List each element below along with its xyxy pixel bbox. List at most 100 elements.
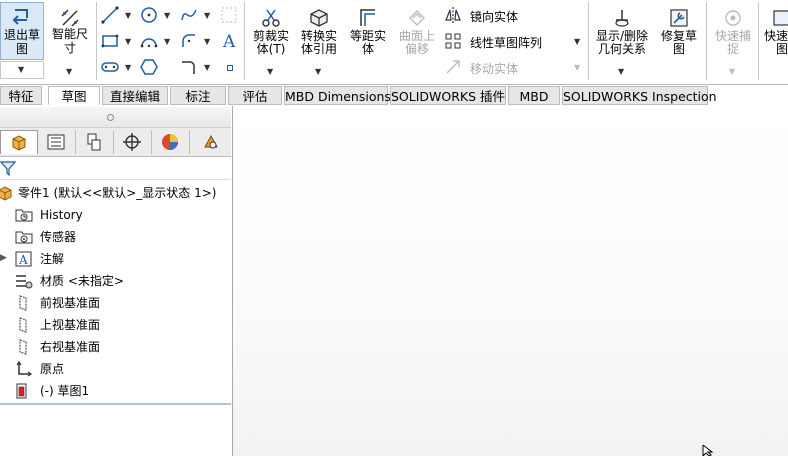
- repair-sketch-icon: [670, 9, 688, 27]
- centerline-tool-dropdown[interactable]: ▼: [204, 63, 210, 72]
- command-manager-ribbon: 退出草 图 ▼ 智能尺 寸 ▼ ▼ ▼ ▼ ▼ ▼ ▼ A ▼ ▼ 剪裁实 体(…: [0, 0, 788, 84]
- move-entities-button[interactable]: 移动实体 ▼: [444, 57, 584, 77]
- tree-item-label: 上视基准面: [40, 318, 101, 332]
- smart-dimension-button[interactable]: 智能尺 寸 ▼: [46, 2, 94, 78]
- panel-grip[interactable]: [0, 107, 231, 128]
- line-tool-dropdown[interactable]: ▼: [125, 11, 131, 20]
- trim-label-2: 体(T): [256, 42, 286, 56]
- tree-item-label: 右视基准面: [40, 340, 101, 354]
- text-tool-icon[interactable]: A: [220, 31, 238, 49]
- chevron-down-icon: ▼: [66, 67, 73, 76]
- tree-item-label: 传感器: [40, 230, 77, 244]
- chevron-down-icon: ▼: [574, 63, 581, 72]
- exit-sketch-icon: [12, 9, 28, 25]
- tree-item-label: History: [40, 208, 83, 222]
- graphics-area[interactable]: [233, 106, 788, 456]
- mirror-label: 镜向实体: [470, 10, 519, 24]
- tab-feature-manager[interactable]: [0, 130, 38, 154]
- arc-tool-icon[interactable]: [140, 32, 158, 50]
- tree-item-label: 注解: [40, 252, 65, 266]
- rapid-sketch-icon: [773, 10, 788, 26]
- line-tool-icon[interactable]: [101, 6, 119, 24]
- expand-arrow-icon[interactable]: ▶: [0, 253, 7, 263]
- tree-root-label: 零件1 (默认<<默认>_显示状态 1>): [18, 186, 217, 200]
- show-relations-label-2: 几何关系: [597, 42, 646, 56]
- quick-snaps-button[interactable]: 快速捕 捉 ▼: [710, 2, 756, 78]
- display-delete-relations-button[interactable]: 显示/删除 几何关系 ▼: [592, 2, 652, 78]
- rectangle-tool-dropdown[interactable]: ▼: [125, 37, 131, 46]
- exit-sketch-dropdown[interactable]: ▼: [0, 61, 44, 79]
- circle-tool-dropdown[interactable]: ▼: [164, 11, 170, 20]
- fillet-tool-dropdown[interactable]: ▼: [204, 37, 210, 46]
- sketch-icon: [16, 383, 27, 399]
- filter-icon[interactable]: [0, 160, 16, 176]
- tab-sketch[interactable]: 草图: [48, 86, 100, 105]
- point-tool-icon[interactable]: [227, 65, 233, 71]
- smart-dimension-label-1: 智能尺: [51, 27, 88, 41]
- material-icon: [16, 275, 33, 289]
- tree-item-label: 原点: [40, 362, 65, 376]
- offset-entities-button[interactable]: 等距实 体: [344, 2, 392, 78]
- tree-item-label: 材质 <未指定>: [40, 274, 124, 288]
- slot-tool-dropdown[interactable]: ▼: [125, 63, 131, 72]
- linear-pattern-icon: [445, 33, 461, 49]
- property-manager-icon: [47, 134, 65, 150]
- tab-display-manager[interactable]: [152, 130, 190, 154]
- chevron-down-icon: ▼: [315, 67, 322, 76]
- move-entities-label: 移动实体: [470, 62, 519, 76]
- offset-label-1: 等距实: [349, 29, 386, 43]
- sketch-picture-icon[interactable]: [220, 6, 238, 24]
- relations-icon: [615, 10, 629, 27]
- tab-features[interactable]: 特征: [0, 86, 42, 105]
- spline-tool-icon[interactable]: [180, 6, 198, 24]
- quick-view-label-1: 快速: [764, 29, 788, 43]
- convert-entities-button[interactable]: 转换实 体引用 ▼: [296, 2, 342, 78]
- tab-markup[interactable]: 标注: [170, 86, 226, 105]
- chevron-down-icon: ▼: [574, 37, 581, 46]
- tab-mbd[interactable]: MBD: [508, 86, 560, 105]
- origin-icon: [16, 361, 33, 377]
- rectangle-tool-icon[interactable]: [101, 32, 119, 50]
- linear-pattern-button[interactable]: 线性草图阵列 ▼: [444, 31, 584, 51]
- tab-cam[interactable]: [190, 130, 228, 154]
- convert-label-2: 体引用: [300, 42, 337, 56]
- dimxpert-icon: [123, 133, 141, 151]
- svg-text:A: A: [222, 32, 236, 49]
- tab-solidworks-inspection[interactable]: SOLIDWORKS Inspection: [562, 86, 717, 105]
- feature-manager-icon: [12, 135, 26, 151]
- tree-item-label: 前视基准面: [40, 296, 101, 310]
- spline-tool-dropdown[interactable]: ▼: [204, 11, 210, 20]
- fillet-tool-icon[interactable]: [180, 32, 198, 50]
- plane-icon: [19, 317, 27, 333]
- polygon-tool-icon[interactable]: [140, 58, 158, 76]
- repair-label-2: 图: [672, 42, 685, 56]
- trim-label-1: 剪裁实: [252, 29, 289, 43]
- trim-entities-button[interactable]: 剪裁实 体(T) ▼: [248, 2, 294, 78]
- quick-snap-label-2: 捉: [726, 42, 739, 56]
- tab-configuration-manager[interactable]: [76, 130, 114, 154]
- offset-on-surface-button[interactable]: 曲面上 偏移: [394, 2, 440, 78]
- mirror-entities-button[interactable]: 镜向实体: [444, 5, 584, 25]
- repair-sketch-button[interactable]: 修复草 图: [656, 2, 702, 78]
- mirror-icon: [445, 7, 461, 23]
- arc-tool-dropdown[interactable]: ▼: [164, 37, 170, 46]
- slot-tool-icon[interactable]: [101, 58, 119, 76]
- circle-tool-icon[interactable]: [140, 6, 158, 24]
- smart-dimension-label-2: 寸: [63, 41, 76, 55]
- tab-mbd-dimensions[interactable]: MBD Dimensions: [284, 86, 391, 105]
- tree-item-label: (-) 草图1: [40, 384, 90, 398]
- chevron-down-icon: ▼: [18, 65, 25, 74]
- tab-solidworks-addins[interactable]: SOLIDWORKS 插件: [390, 86, 506, 105]
- part-icon: [0, 186, 12, 201]
- svg-text:A: A: [18, 253, 28, 267]
- plane-icon: [19, 339, 27, 355]
- tab-property-manager[interactable]: [38, 130, 76, 154]
- centerline-tool-icon[interactable]: [180, 58, 198, 76]
- rollback-bar[interactable]: [0, 403, 231, 405]
- tab-dimxpert-manager[interactable]: [114, 130, 152, 154]
- tab-evaluate[interactable]: 评估: [228, 86, 282, 105]
- tab-direct-editing[interactable]: 直接编辑: [102, 86, 168, 105]
- rapid-sketch-button[interactable]: 快速 图: [762, 2, 788, 78]
- chevron-down-icon: ▼: [267, 67, 274, 76]
- exit-sketch-button[interactable]: 退出草 图: [0, 2, 44, 60]
